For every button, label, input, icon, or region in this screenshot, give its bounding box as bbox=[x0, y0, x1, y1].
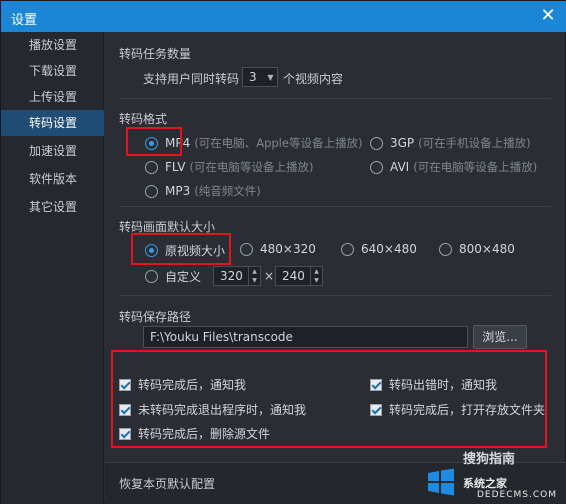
check-notify-error[interactable]: 转码出错时，通知我 bbox=[370, 376, 497, 393]
checkbox bbox=[119, 427, 131, 440]
radio-label: 自定义 bbox=[165, 270, 202, 284]
times-sign: × bbox=[264, 269, 275, 283]
radio-size-480x320[interactable]: 480×320 bbox=[240, 242, 316, 256]
radio-label: AVI bbox=[390, 160, 410, 174]
radio-dot bbox=[145, 244, 158, 257]
radio-dot bbox=[145, 160, 158, 174]
check-notify-complete[interactable]: 转码完成后，通知我 bbox=[119, 376, 246, 393]
radio-format-3gp[interactable]: 3GP (可在手机设备上播放) bbox=[370, 135, 531, 151]
radio-hint: (可在电脑等设备上播放) bbox=[413, 160, 538, 174]
checkbox-label: 未转码完成退出程序时，通知我 bbox=[138, 403, 307, 417]
chevron-down-icon[interactable]: ▼ bbox=[249, 276, 260, 285]
chevron-up-icon[interactable]: ▲ bbox=[311, 267, 322, 276]
check-notify-exit-unfinished[interactable]: 未转码完成退出程序时，通知我 bbox=[119, 401, 306, 418]
stepper-buttons: ▲ ▼ bbox=[310, 267, 322, 285]
custom-height-value[interactable]: 240 bbox=[276, 269, 310, 283]
radio-label: MP3 bbox=[165, 184, 191, 198]
radio-dot bbox=[370, 136, 383, 150]
section-title-path: 转码保存路径 bbox=[119, 310, 192, 324]
custom-width-value[interactable]: 320 bbox=[214, 269, 248, 283]
section-title-task-count: 转码任务数量 bbox=[119, 47, 192, 61]
checkbox bbox=[370, 378, 382, 391]
radio-format-mp3[interactable]: MP3 (纯音频文件) bbox=[145, 183, 261, 199]
divider bbox=[119, 98, 551, 99]
radio-dot bbox=[145, 136, 158, 150]
radio-label: 480×320 bbox=[260, 242, 316, 256]
browse-button[interactable]: 浏览... bbox=[473, 325, 527, 349]
chevron-up-icon[interactable]: ▲ bbox=[249, 267, 260, 276]
sidebar-item-transcode[interactable]: 转码设置 bbox=[1, 110, 104, 136]
radio-format-mp4[interactable]: MP4 (可在电脑、Apple等设备上播放) bbox=[145, 135, 362, 151]
section-title-size: 转码画面默认大小 bbox=[119, 220, 216, 234]
radio-dot bbox=[240, 242, 253, 256]
sidebar-item-download[interactable]: 下载设置 bbox=[1, 58, 104, 84]
radio-label: 800×480 bbox=[459, 242, 515, 256]
checkbox-label: 转码完成后，删除源文件 bbox=[138, 427, 271, 441]
radio-label: MP4 bbox=[165, 136, 191, 150]
checkbox bbox=[370, 403, 382, 416]
radio-hint: (可在电脑、Apple等设备上播放) bbox=[194, 136, 363, 150]
checkbox-label: 转码出错时，通知我 bbox=[389, 378, 498, 392]
sidebar-item-version[interactable]: 软件版本 bbox=[1, 166, 104, 192]
checkbox bbox=[119, 403, 131, 416]
radio-size-custom[interactable]: 自定义 bbox=[145, 268, 201, 285]
sidebar-item-other[interactable]: 其它设置 bbox=[1, 194, 104, 220]
radio-format-flv[interactable]: FLV (可在电脑等设备上播放) bbox=[145, 159, 313, 175]
windows-logo-icon bbox=[428, 468, 454, 496]
custom-width-stepper[interactable]: 320 ▲ ▼ bbox=[213, 266, 261, 286]
divider bbox=[119, 206, 551, 207]
restore-defaults-link[interactable]: 恢复本页默认配置 bbox=[119, 475, 215, 492]
task-count-suffix: 个视频内容 bbox=[283, 72, 344, 86]
task-count-prefix: 支持用户同时转码 bbox=[143, 72, 240, 86]
radio-size-640x480[interactable]: 640×480 bbox=[341, 242, 417, 256]
radio-label: 3GP bbox=[390, 136, 415, 150]
sidebar-item-accelerate[interactable]: 加速设置 bbox=[1, 138, 104, 164]
transcode-settings-panel: 转码任务数量 支持用户同时转码 3 ▼ 个视频内容 转码格式 MP4 (可在电脑… bbox=[105, 32, 565, 462]
radio-label: FLV bbox=[165, 160, 186, 174]
task-count-value: 3 bbox=[249, 70, 257, 84]
radio-dot bbox=[341, 242, 354, 256]
task-count-select[interactable]: 3 ▼ bbox=[242, 67, 278, 87]
section-title-format: 转码格式 bbox=[119, 112, 168, 126]
custom-height-stepper[interactable]: 240 ▲ ▼ bbox=[275, 266, 323, 286]
watermark-site-url: DEDECMS.COM bbox=[477, 490, 557, 500]
radio-label: 原视频大小 bbox=[165, 244, 226, 258]
radio-hint: (纯音频文件) bbox=[194, 184, 261, 198]
radio-size-original[interactable]: 原视频大小 bbox=[145, 242, 225, 259]
checkbox-label: 转码完成后，通知我 bbox=[138, 378, 247, 392]
chevron-down-icon[interactable]: ▼ bbox=[311, 276, 322, 285]
chevron-down-icon: ▼ bbox=[267, 72, 274, 82]
radio-dot bbox=[145, 270, 158, 283]
radio-dot bbox=[439, 242, 452, 256]
window-title: 设置 bbox=[11, 13, 38, 28]
settings-window: 设置 ✕ 播放设置 下载设置 上传设置 转码设置 加速设置 软件版本 其它设置 … bbox=[0, 0, 566, 504]
radio-size-800x480[interactable]: 800×480 bbox=[439, 242, 515, 256]
sidebar: 播放设置 下载设置 上传设置 转码设置 加速设置 软件版本 其它设置 bbox=[1, 32, 104, 504]
radio-hint: (可在手机设备上播放) bbox=[418, 136, 531, 150]
sidebar-item-upload[interactable]: 上传设置 bbox=[1, 84, 104, 110]
close-icon[interactable]: ✕ bbox=[539, 7, 557, 25]
checkbox bbox=[119, 378, 131, 391]
sidebar-item-playback[interactable]: 播放设置 bbox=[1, 32, 104, 58]
watermark-site-name: 系统之家 bbox=[463, 477, 507, 490]
radio-dot bbox=[145, 184, 158, 198]
check-delete-source[interactable]: 转码完成后，删除源文件 bbox=[119, 425, 270, 442]
radio-format-avi[interactable]: AVI (可在电脑等设备上播放) bbox=[370, 159, 537, 175]
save-path-input[interactable]: F:\Youku Files\transcode bbox=[143, 326, 468, 348]
check-open-folder[interactable]: 转码完成后，打开存放文件夹 bbox=[370, 401, 545, 418]
title-bar[interactable]: 设置 ✕ bbox=[1, 1, 566, 32]
radio-hint: (可在电脑等设备上播放) bbox=[189, 160, 314, 174]
watermark-sogou: 搜狗指南 bbox=[463, 452, 516, 467]
stepper-buttons: ▲ ▼ bbox=[248, 267, 260, 285]
divider bbox=[119, 295, 551, 296]
checkbox-label: 转码完成后，打开存放文件夹 bbox=[389, 403, 546, 417]
radio-dot bbox=[370, 160, 383, 174]
radio-label: 640×480 bbox=[361, 242, 417, 256]
